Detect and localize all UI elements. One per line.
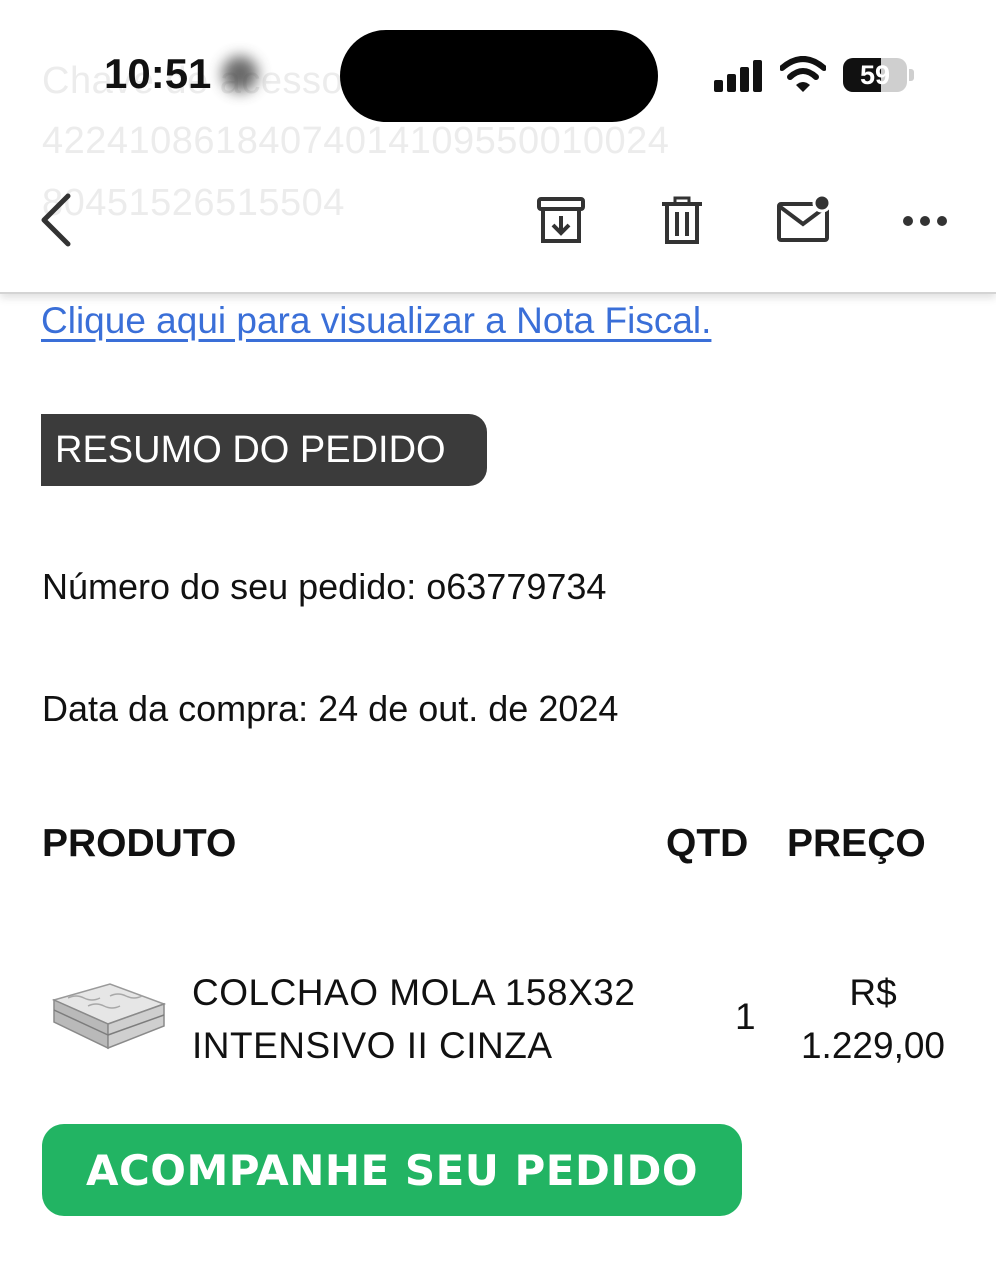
order-number: Número do seu pedido: o63779734	[42, 566, 607, 607]
mail-unread-icon	[777, 193, 832, 242]
column-header-price: PREÇO	[787, 822, 926, 865]
purchase-date: Data da compra: 24 de out. de 2024	[42, 688, 619, 729]
price-currency: R$	[849, 972, 897, 1013]
wifi-icon	[780, 56, 826, 92]
more-icon	[903, 216, 947, 226]
status-time: 10:51	[104, 50, 212, 97]
column-header-qty: QTD	[666, 822, 749, 865]
track-order-button[interactable]: ACOMPANHE SEU PEDIDO	[42, 1124, 742, 1216]
product-name-line: INTENSIVO II CINZA	[192, 1025, 553, 1066]
dynamic-island	[340, 30, 658, 122]
product-qty: 1	[735, 996, 756, 1037]
product-name-line: COLCHAO MOLA 158X32	[192, 972, 636, 1013]
battery-level: 59	[859, 60, 891, 90]
delete-button[interactable]	[660, 196, 704, 246]
blurred-notification-icon	[222, 56, 258, 92]
product-price: R$ 1.229,00	[778, 966, 968, 1072]
archive-icon	[537, 197, 585, 243]
product-name: COLCHAO MOLA 158X32 INTENSIVO II CINZA	[192, 966, 635, 1072]
more-button[interactable]	[902, 212, 948, 230]
battery-icon: 59	[843, 58, 907, 92]
nota-fiscal-link[interactable]: Clique aqui para visualizar a Nota Fisca…	[41, 300, 711, 342]
battery-tip	[909, 69, 914, 81]
column-header-product: PRODUTO	[42, 822, 237, 865]
mark-unread-button[interactable]	[776, 193, 832, 244]
order-summary-badge: RESUMO DO PEDIDO	[41, 414, 487, 486]
archive-button[interactable]	[536, 196, 586, 246]
back-chevron-icon	[41, 193, 71, 247]
price-value: 1.229,00	[800, 1025, 946, 1066]
trash-icon	[662, 196, 702, 244]
mattress-product-image	[51, 983, 167, 1050]
back-button[interactable]	[36, 192, 76, 248]
cellular-signal-icon	[714, 60, 766, 92]
